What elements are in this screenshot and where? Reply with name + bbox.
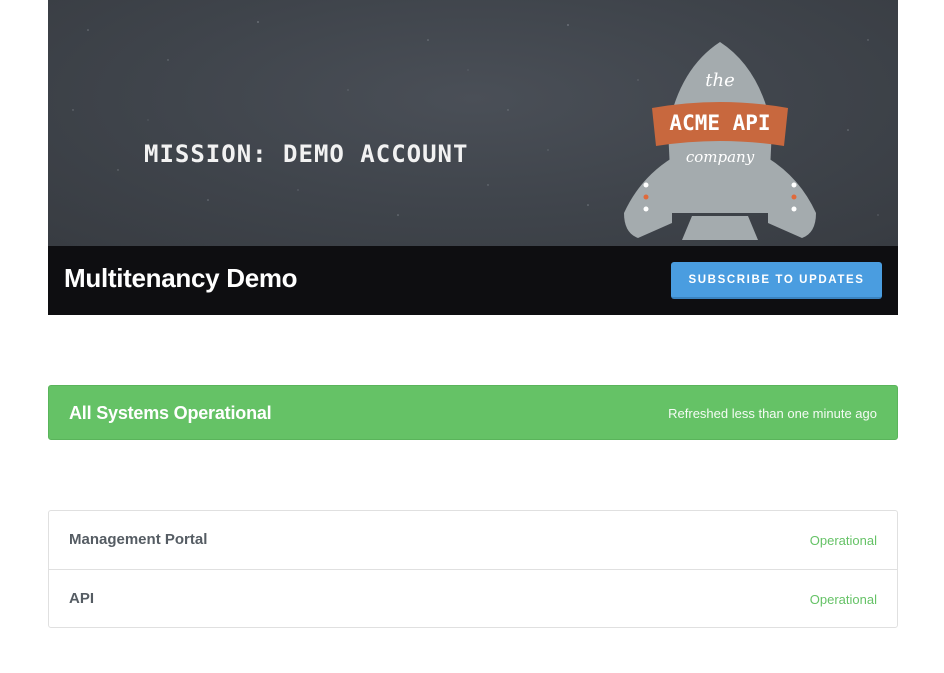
logo-bottom-text: company [686, 148, 755, 166]
logo-top-text: the [705, 70, 734, 91]
page-title: Multitenancy Demo [64, 263, 298, 293]
hero-header: MISSION: DEMO ACCOUNT the ACME API compa… [48, 0, 898, 315]
logo-banner-text: ACME API [669, 111, 770, 135]
component-row: API Operational [49, 569, 897, 627]
component-name: Management Portal [69, 531, 208, 548]
component-status: Operational [809, 592, 877, 607]
page-title-bar: Multitenancy Demo SUBSCRIBE TO UPDATES [48, 246, 898, 315]
component-status: Operational [809, 533, 877, 548]
status-page: MISSION: DEMO ACCOUNT the ACME API compa… [0, 0, 944, 673]
overall-status-title: All Systems Operational [69, 403, 272, 423]
overall-status-banner: All Systems Operational Refreshed less t… [48, 385, 898, 440]
refreshed-timestamp: Refreshed less than one minute ago [668, 406, 877, 421]
components-list: Management Portal Operational API Operat… [48, 510, 898, 628]
rocket-logo-icon: the ACME API company [624, 42, 816, 240]
component-name: API [69, 590, 95, 607]
component-row: Management Portal Operational [49, 511, 897, 569]
subscribe-button[interactable]: SUBSCRIBE TO UPDATES [671, 262, 882, 299]
mission-headline: MISSION: DEMO ACCOUNT [144, 140, 469, 168]
